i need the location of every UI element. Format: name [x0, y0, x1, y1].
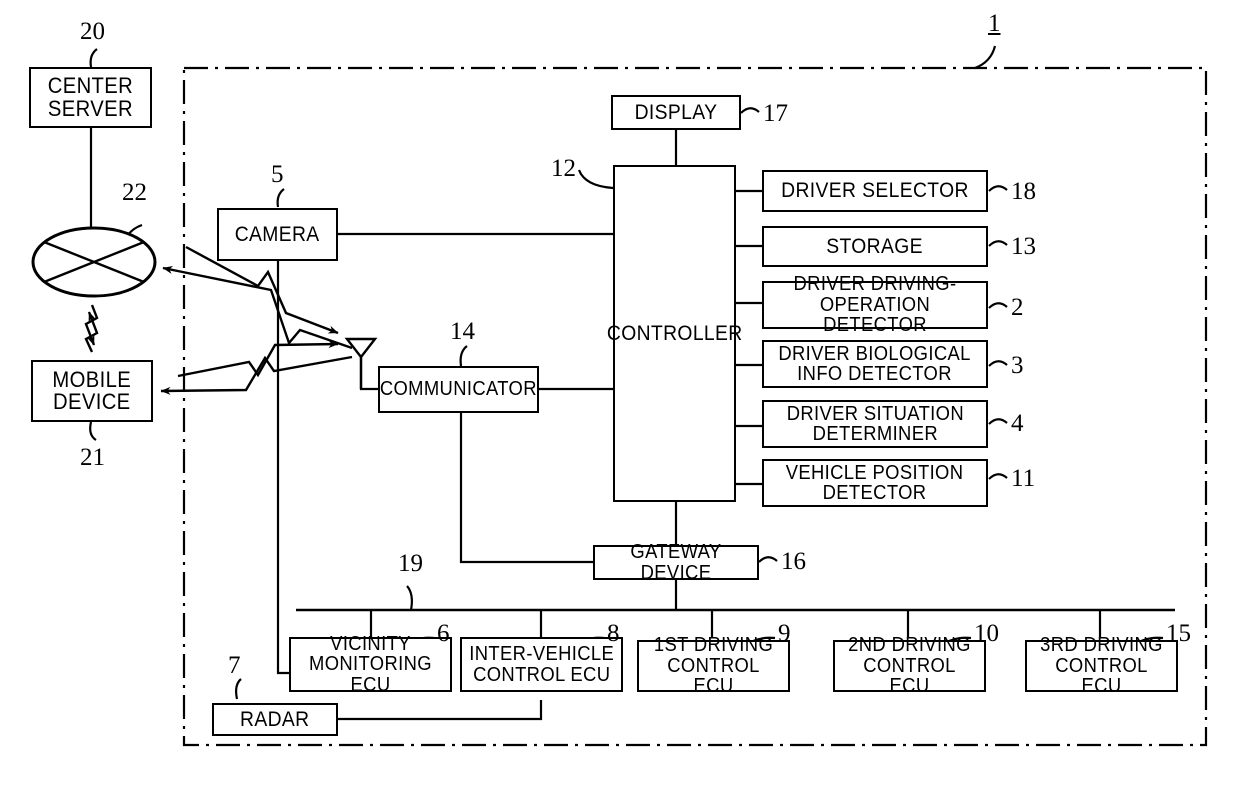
ref-numeral-17: 17 [763, 100, 788, 127]
ref-numeral-19: 19 [398, 550, 423, 577]
leader-4 [988, 418, 1008, 425]
leader-3 [988, 360, 1008, 367]
block-display-label: DISPLAY [634, 100, 718, 124]
antenna-ellipse-icon [31, 226, 157, 298]
leader-13 [988, 240, 1008, 247]
block-mobile-device[interactable]: MOBILE DEVICE [31, 360, 153, 422]
block-camera-label: CAMERA [235, 222, 320, 246]
ref-numeral-4: 4 [1011, 410, 1024, 437]
ref-numeral-16: 16 [781, 548, 806, 575]
leader-18 [988, 185, 1008, 192]
leader-21 [89, 421, 97, 441]
ref-numeral-8: 8 [607, 620, 620, 647]
block-biological-info-detector-label: DRIVER BIOLOGICAL INFO DETECTOR [778, 342, 972, 385]
link-antenna-communicator [359, 356, 378, 391]
leader-14 [459, 345, 468, 367]
ref-numeral-3: 3 [1011, 352, 1024, 379]
block-inter-vehicle-control-ecu[interactable]: INTER-VEHICLE CONTROL ECU [460, 637, 623, 692]
block-storage-label: STORAGE [826, 234, 924, 258]
ref-numeral-10: 10 [974, 620, 999, 647]
block-gateway-device-label: GATEWAY DEVICE [630, 541, 722, 584]
ref-numeral-13: 13 [1011, 233, 1036, 260]
block-controller[interactable]: CONTROLLER [607, 165, 742, 502]
block-driving-operation-detector[interactable]: DRIVER DRIVING- OPERATION DETECTOR [762, 274, 988, 335]
block-camera[interactable]: CAMERA [217, 208, 338, 261]
leader-2 [988, 302, 1008, 309]
link-camera-vicinity-ecu [276, 261, 294, 675]
ref-numeral-12: 12 [551, 155, 576, 182]
block-third-driving-control-ecu[interactable]: 3RD DRIVING CONTROL ECU [1025, 635, 1178, 696]
block-third-driving-control-ecu-label: 3RD DRIVING CONTROL ECU [1040, 634, 1163, 698]
ref-numeral-9: 9 [778, 620, 791, 647]
block-inter-vehicle-control-ecu-label: INTER-VEHICLE CONTROL ECU [469, 643, 614, 686]
block-mobile-device-label: MOBILE DEVICE [52, 366, 132, 414]
link-base-station-mobile-device [84, 304, 99, 353]
ref-numeral-20: 20 [80, 18, 105, 45]
block-communicator-label: COMMUNICATOR [379, 378, 538, 401]
ref-numeral-7: 7 [228, 652, 241, 679]
block-communicator[interactable]: COMMUNICATOR [378, 366, 539, 413]
ref-numeral-5: 5 [271, 161, 284, 188]
block-vicinity-monitoring-ecu[interactable]: VICINITY MONITORING ECU [289, 632, 452, 696]
link-communicator-gateway [459, 413, 593, 564]
block-driver-selector-label: DRIVER SELECTOR [781, 179, 969, 203]
block-driver-situation-determiner[interactable]: DRIVER SITUATION DETERMINER [762, 400, 988, 448]
ref-numeral-6: 6 [437, 620, 450, 647]
ref-numeral-21: 21 [80, 444, 105, 471]
block-driving-operation-detector-label: DRIVER DRIVING- OPERATION DETECTOR [793, 273, 957, 337]
block-driver-selector[interactable]: DRIVER SELECTOR [762, 170, 988, 212]
block-vicinity-monitoring-ecu-label: VICINITY MONITORING ECU [309, 632, 432, 696]
leader-19 [406, 585, 413, 611]
block-first-driving-control-ecu[interactable]: 1ST DRIVING CONTROL ECU [637, 635, 790, 696]
block-radar[interactable]: RADAR [212, 703, 338, 736]
leader-16 [758, 556, 778, 563]
leader-1 [974, 45, 997, 70]
ref-numeral-14: 14 [450, 318, 475, 345]
block-center-server-label: CENTER SERVER [47, 73, 134, 121]
block-center-server[interactable]: CENTER SERVER [29, 67, 152, 128]
leader-20 [89, 48, 98, 68]
ref-numeral-22: 22 [122, 179, 147, 206]
leader-5 [276, 188, 285, 208]
block-radar-label: RADAR [240, 707, 310, 731]
block-second-driving-control-ecu-label: 2ND DRIVING CONTROL ECU [848, 634, 971, 698]
block-second-driving-control-ecu[interactable]: 2ND DRIVING CONTROL ECU [833, 635, 986, 696]
leader-12 [577, 169, 614, 190]
ref-numeral-15: 15 [1166, 620, 1191, 647]
block-storage[interactable]: STORAGE [762, 226, 988, 267]
figure-canvas: CENTER SERVER MOBILE DEVICE CAMERA COMMU… [0, 0, 1240, 799]
link-radar-inter-vehicle-ecu [338, 700, 543, 721]
block-controller-label: CONTROLLER [606, 321, 743, 345]
block-display[interactable]: DISPLAY [611, 95, 741, 130]
block-biological-info-detector[interactable]: DRIVER BIOLOGICAL INFO DETECTOR [762, 340, 988, 388]
block-vehicle-position-detector-label: VEHICLE POSITION DETECTOR [786, 461, 964, 504]
block-first-driving-control-ecu-label: 1ST DRIVING CONTROL ECU [653, 634, 774, 698]
ref-numeral-11: 11 [1011, 465, 1036, 492]
block-gateway-device[interactable]: GATEWAY DEVICE [593, 541, 759, 584]
leader-17 [740, 107, 760, 114]
ref-numeral-2: 2 [1011, 294, 1024, 321]
block-driver-situation-determiner-label: DRIVER SITUATION DETERMINER [786, 402, 964, 445]
link-antenna-base-station [162, 265, 353, 350]
leader-11 [988, 473, 1008, 480]
ref-numeral-18: 18 [1011, 178, 1036, 205]
ref-system: 1 [988, 10, 1001, 37]
block-vehicle-position-detector[interactable]: VEHICLE POSITION DETECTOR [762, 459, 988, 507]
leader-7 [235, 678, 242, 700]
